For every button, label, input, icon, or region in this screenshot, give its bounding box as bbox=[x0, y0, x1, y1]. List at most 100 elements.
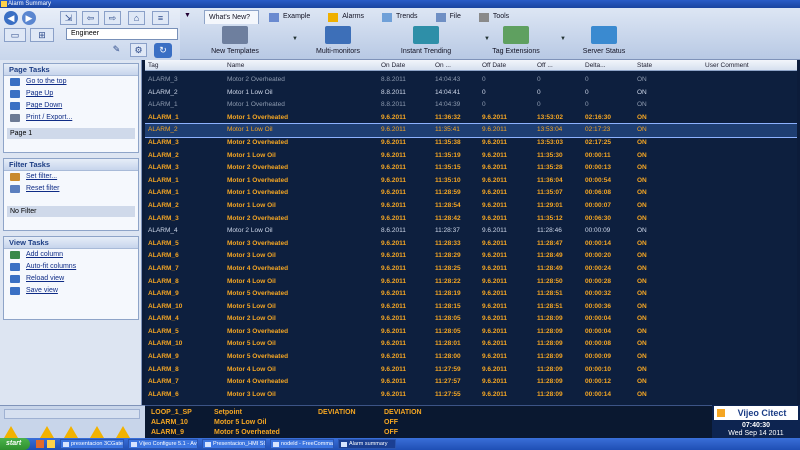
ribbon-button-server-status[interactable]: Server Status bbox=[576, 26, 632, 58]
sidebar-item-label: Page Up bbox=[26, 90, 54, 97]
user-field[interactable]: Engineer bbox=[66, 28, 178, 40]
ribbon-button-instant-trending[interactable]: Instant Trending bbox=[396, 26, 456, 58]
column-header[interactable]: State bbox=[637, 60, 652, 71]
quick-launch-icon[interactable] bbox=[36, 440, 44, 448]
tab-trends[interactable]: Trends bbox=[378, 10, 426, 24]
tab-what-s-new[interactable]: What's New? bbox=[204, 10, 260, 24]
column-header[interactable]: Name bbox=[227, 60, 244, 71]
sidebar-item-reset-filter[interactable]: Reset filter bbox=[4, 183, 138, 195]
column-header[interactable]: Off Date bbox=[482, 60, 506, 71]
refresh-icon[interactable]: ↻ bbox=[154, 43, 172, 58]
table-row[interactable]: ALARM_9 Motor 5 Overheated 9.6.2011 11:28:0… bbox=[145, 351, 797, 364]
table-row[interactable]: ALARM_8 Motor 4 Low Oil 9.6.2011 11:27:59 9.… bbox=[145, 364, 797, 377]
alarm-warning-icon[interactable] bbox=[116, 426, 130, 438]
table-row[interactable]: ALARM_9 Motor 5 Overheated 9.6.2011 11:28:1… bbox=[145, 288, 797, 301]
quick-launch-icon[interactable] bbox=[47, 440, 55, 448]
column-header[interactable]: Tag bbox=[148, 60, 158, 71]
arrow-right-icon[interactable]: ⇨ bbox=[104, 11, 121, 25]
tab-example[interactable]: Example bbox=[265, 10, 318, 24]
table-cell: 9.6.2011 bbox=[482, 252, 507, 260]
ribbon-dropdown-chevron-icon[interactable]: ▼ bbox=[484, 36, 490, 42]
home-icon[interactable]: ⌂ bbox=[128, 11, 145, 25]
table-row[interactable]: ALARM_10 Motor 5 Low Oil 9.6.2011 11:28:15 9… bbox=[145, 301, 797, 314]
table-row[interactable]: ALARM_2 Motor 1 Low Oil 8.8.2011 14:04:41 0 0… bbox=[145, 87, 797, 100]
table-row[interactable]: ALARM_5 Motor 3 Overheated 9.6.2011 11:28:3… bbox=[145, 238, 797, 251]
column-header[interactable]: Delta... bbox=[585, 60, 606, 71]
table-cell: ALARM_7 bbox=[148, 264, 179, 272]
key-icon[interactable]: ✎ bbox=[108, 43, 125, 57]
column-header[interactable]: On ... bbox=[435, 60, 451, 71]
forward-icon[interactable]: ▶ bbox=[22, 11, 36, 25]
sidebar-item-print-export[interactable]: Print / Export... bbox=[4, 112, 138, 124]
table-row[interactable]: ALARM_3 Motor 2 Overheated 9.6.2011 11:35:1… bbox=[145, 162, 797, 175]
table-row[interactable]: ALARM_7 Motor 4 Overheated 9.6.2011 11:28:2… bbox=[145, 263, 797, 276]
column-header[interactable]: User Comment bbox=[705, 60, 749, 71]
table-row[interactable]: ALARM_2 Motor 1 Low Oil 9.6.2011 11:35:41 9.… bbox=[145, 123, 797, 138]
ribbon-menu-chevron-icon[interactable]: ▼ bbox=[184, 12, 191, 19]
table-cell: ON bbox=[637, 290, 647, 298]
menu-icon[interactable]: ≡ bbox=[152, 11, 169, 25]
table-row[interactable]: ALARM_1 Motor 1 Overheated 9.6.2011 11:28:5… bbox=[145, 187, 797, 200]
arrow-left-icon[interactable]: ⇦ bbox=[82, 11, 99, 25]
table-cell: 11:28:49 bbox=[537, 264, 563, 272]
table-row[interactable]: ALARM_1 Motor 1 Overheated 9.6.2011 11:35:1… bbox=[145, 175, 797, 188]
taskbar-item[interactable]: presentacion 3CGateb_5_5... bbox=[60, 439, 124, 449]
table-row[interactable]: ALARM_1 Motor 1 Overheated 8.8.2011 14:04:3… bbox=[145, 99, 797, 112]
ribbon-dropdown-chevron-icon[interactable]: ▼ bbox=[292, 36, 298, 42]
taskbar-item[interactable]: Presentacion_HMI SCADA... bbox=[202, 439, 266, 449]
table-cell: 9.6.2011 bbox=[482, 227, 507, 235]
taskbar-item[interactable]: nodeld - FreeCommander bbox=[270, 439, 334, 449]
back-icon[interactable]: ◀ bbox=[4, 11, 18, 25]
pin-icon[interactable]: ⇲ bbox=[60, 11, 77, 25]
table-row[interactable]: ALARM_8 Motor 4 Low Oil 9.6.2011 11:28:22 9.… bbox=[145, 276, 797, 289]
table-row[interactable]: ALARM_3 Motor 2 Overheated 8.8.2011 14:04:4… bbox=[145, 74, 797, 87]
settings-icon[interactable]: ⚙ bbox=[130, 43, 147, 57]
table-cell: 11:27:55 bbox=[435, 390, 461, 398]
table-row[interactable]: ALARM_1 Motor 1 Overheated 9.6.2011 11:36:3… bbox=[145, 112, 797, 125]
table-row[interactable]: ALARM_3 Motor 2 Overheated 9.6.2011 11:28:4… bbox=[145, 213, 797, 226]
tab-tools[interactable]: Tools bbox=[475, 10, 517, 24]
taskbar-item[interactable]: Alarm summary bbox=[338, 439, 396, 449]
table-row[interactable]: ALARM_10 Motor 5 Low Oil 9.6.2011 11:28:01 9… bbox=[145, 338, 797, 351]
sidebar-item-page-down[interactable]: Page Down bbox=[4, 100, 138, 112]
table-row[interactable]: ALARM_6 Motor 3 Low Oil 9.6.2011 11:27:55 9.… bbox=[145, 389, 797, 402]
taskbar-item[interactable]: Vijeo Configure 5.1 - Avco... bbox=[128, 439, 198, 449]
sidebar-item-go-to-the-top[interactable]: Go to the top bbox=[4, 76, 138, 88]
table-row[interactable]: ALARM_6 Motor 3 Low Oil 9.6.2011 11:28:29 9.… bbox=[145, 250, 797, 263]
column-header[interactable]: On Date bbox=[381, 60, 405, 71]
table-cell: 9.6.2011 bbox=[381, 264, 406, 272]
sidebar-item-auto-fit-columns[interactable]: Auto-fit columns bbox=[4, 261, 138, 273]
table-row[interactable]: ALARM_2 Motor 1 Low Oil 9.6.2011 11:35:19 9.… bbox=[145, 150, 797, 163]
alarm-warning-icon[interactable] bbox=[64, 426, 78, 438]
ribbon-dropdown-chevron-icon[interactable]: ▼ bbox=[560, 36, 566, 42]
sidebar-item-add-column[interactable]: Add column bbox=[4, 249, 138, 261]
ribbon-button-multi-monitors[interactable]: Multi-monitors bbox=[308, 26, 368, 58]
column-header[interactable]: Off ... bbox=[537, 60, 553, 71]
ribbon-button-tag-extensions[interactable]: Tag Extensions bbox=[484, 26, 548, 58]
sidebar-item-set-filter[interactable]: Set filter... bbox=[4, 171, 138, 183]
alarm-warning-icon[interactable] bbox=[90, 426, 104, 438]
tab-file[interactable]: File bbox=[432, 10, 469, 24]
alarm-warning-icon[interactable] bbox=[4, 426, 18, 438]
table-cell: Motor 1 Overheated bbox=[227, 101, 285, 109]
sidebar-item-save-view[interactable]: Save view bbox=[4, 285, 138, 297]
drive-icon[interactable]: ⊞ bbox=[30, 28, 54, 42]
table-row[interactable]: ALARM_2 Motor 1 Low Oil 9.6.2011 11:28:54 9.… bbox=[145, 200, 797, 213]
start-button[interactable]: start bbox=[0, 438, 30, 450]
page-tasks-panel: Page Tasks Go to the top Page Up Page Down… bbox=[3, 63, 139, 153]
sidebar-item-reload-view[interactable]: Reload view bbox=[4, 273, 138, 285]
alarm-warning-icon[interactable] bbox=[40, 426, 54, 438]
table-row[interactable]: ALARM_5 Motor 3 Overheated 9.6.2011 11:28:0… bbox=[145, 326, 797, 339]
ribbon-button-new-templates[interactable]: New Templates bbox=[200, 26, 270, 58]
table-row[interactable]: ALARM_7 Motor 4 Overheated 9.6.2011 11:27:5… bbox=[145, 376, 797, 389]
sidebar-item-page-up[interactable]: Page Up bbox=[4, 88, 138, 100]
table-cell: 11:35:19 bbox=[435, 151, 461, 159]
table-row[interactable]: ALARM_3 Motor 2 Overheated 9.6.2011 11:35:3… bbox=[145, 137, 797, 150]
tab-alarms[interactable]: Alarms bbox=[324, 10, 372, 24]
ribbon-button-label: New Templates bbox=[211, 48, 259, 55]
table-row[interactable]: ALARM_4 Motor 2 Low Oil 9.6.2011 11:28:05 9.… bbox=[145, 313, 797, 326]
table-cell: 9.6.2011 bbox=[381, 176, 406, 184]
table-row[interactable]: ALARM_4 Motor 2 Low Oil 8.6.2011 11:28:37 9.… bbox=[145, 225, 797, 238]
print-icon[interactable]: ▭ bbox=[4, 28, 26, 42]
banner-cell: OFF bbox=[384, 429, 398, 436]
